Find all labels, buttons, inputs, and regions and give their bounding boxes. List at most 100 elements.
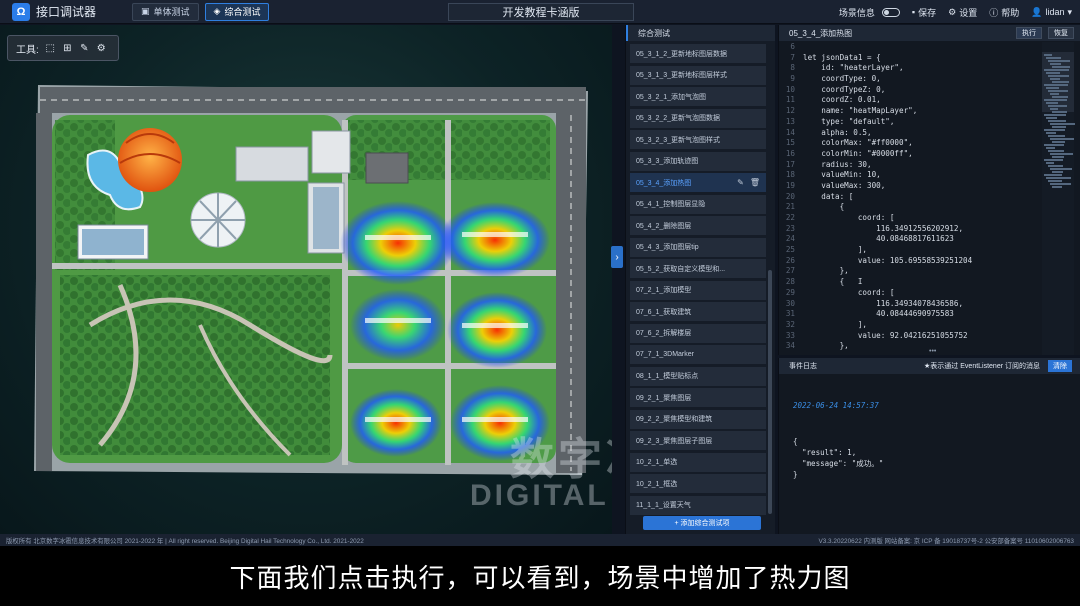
measure-box-icon[interactable]: ⊞: [62, 43, 73, 54]
test-list: 05_3_1_2_更新地标图层数据 05_3_1_3_更新地标图层样式 05_3_2…: [630, 44, 766, 517]
chevron-right-icon[interactable]: ›: [611, 246, 623, 268]
select-box-icon[interactable]: ⬚: [45, 43, 56, 54]
line-number: 17: [785, 159, 795, 169]
code-line: 18 valueMin: 10,: [779, 170, 1041, 181]
minimap-line: [1048, 90, 1068, 92]
test-list-item[interactable]: 05_4_3_添加图层tip: [630, 237, 766, 257]
minimap-line: [1052, 126, 1066, 128]
add-test-button[interactable]: + 添加综合测试项: [643, 516, 761, 530]
line-code: colorMax: "#ff0000",: [803, 138, 913, 148]
test-list-item[interactable]: 05_3_2_3_更新气泡图样式: [630, 130, 766, 149]
code-line: 34 },: [779, 341, 1041, 352]
minimap-line: [1046, 147, 1055, 149]
minimap-line: [1044, 129, 1065, 131]
tool-box: 工具: ⬚ ⊞ ✎ ⚙: [7, 35, 119, 61]
line-number: 14: [785, 127, 795, 137]
test-item-label: 05_3_4_添加热图: [636, 179, 692, 187]
save-button[interactable]: ▪ 保存: [912, 6, 936, 19]
code-line: 9 coordType: 0,: [779, 74, 1041, 85]
test-list-item[interactable]: 09_2_1_聚焦图层: [630, 388, 766, 407]
minimap-line: [1046, 177, 1071, 179]
test-item-label: 07_6_2_拆解楼层: [636, 330, 692, 337]
code-line: 28 { I: [779, 277, 1041, 288]
test-list-item[interactable]: 08_1_1_模型贴标点: [630, 366, 766, 386]
test-list-item[interactable]: 07_6_2_拆解楼层: [630, 323, 766, 343]
minimap-line: [1046, 57, 1061, 59]
minimap-line: [1052, 96, 1068, 98]
line-code: valueMin: 10,: [803, 170, 881, 180]
test-list-item[interactable]: 05_3_4_添加热图 ✎ 🗑: [630, 173, 766, 192]
user-icon: 👤: [1031, 6, 1043, 17]
pen-icon[interactable]: ✎: [79, 43, 90, 54]
test-list-item[interactable]: 05_3_1_2_更新地标图层数据: [630, 44, 766, 63]
minimap-line: [1044, 114, 1066, 116]
resize-handle[interactable]: •••: [929, 348, 936, 355]
minimap-line: [1050, 108, 1058, 110]
test-list-item[interactable]: 05_4_1_控制图层显隐: [630, 194, 766, 214]
code-line: 16 colorMin: "#0000ff",: [779, 149, 1041, 160]
line-code: ],: [803, 245, 868, 255]
log-line: }: [793, 470, 798, 479]
code-line: 26 value: 105.69558539251204: [779, 256, 1041, 267]
test-list-item[interactable]: 11_1_1_设置天气: [630, 495, 766, 515]
line-number: 20: [785, 191, 795, 201]
test-list-item[interactable]: 07_2_1_添加模型: [630, 280, 766, 300]
code-line: 23 116.34912556202912,: [779, 224, 1041, 235]
help-button[interactable]: ⓘ 帮助: [989, 6, 1019, 19]
code-line: 22 coord: [: [779, 213, 1041, 224]
code-minimap[interactable]: [1042, 42, 1075, 355]
line-number: 15: [785, 138, 795, 148]
test-list-item[interactable]: 05_3_1_3_更新地标图层样式: [630, 65, 766, 85]
test-list-item[interactable]: 09_2_3_聚焦图层子图层: [630, 431, 766, 450]
line-code: coordTypeZ: 0,: [803, 84, 886, 94]
clear-button[interactable]: 清除: [1048, 360, 1072, 372]
minimap-line: [1044, 174, 1062, 176]
test-list-item[interactable]: 07_6_1_获取建筑: [630, 302, 766, 321]
test-item-label: 07_2_1_添加模型: [636, 287, 692, 294]
line-code: colorMin: "#0000ff",: [803, 148, 913, 158]
scrollbar[interactable]: [768, 270, 772, 514]
single-test-button[interactable]: ▣ 单体测试: [132, 2, 199, 21]
test-list-item[interactable]: 05_4_2_删除图层: [630, 216, 766, 235]
test-list-item[interactable]: 07_7_1_3DMarker: [630, 345, 766, 364]
line-number: 10: [785, 84, 795, 94]
code-title: 05_3_4_添加热图: [789, 28, 853, 38]
minimap-line: [1044, 69, 1069, 71]
test-list-item[interactable]: 05_3_2_1_添加气泡图: [630, 87, 766, 106]
toggle-switch[interactable]: [881, 7, 900, 17]
test-list-item[interactable]: 05_5_2_获取自定义模型和...: [630, 259, 766, 278]
run-button[interactable]: 执行: [1016, 27, 1042, 39]
edit-icon[interactable]: ✎: [737, 178, 744, 187]
scene-viewport[interactable]: 工具: ⬚ ⊞ ✎ ⚙ 数字冰雹 DIGITAL HAIL: [0, 25, 612, 534]
test-list-item[interactable]: 10_2_1_框选: [630, 474, 766, 493]
delete-icon[interactable]: 🗑: [750, 178, 760, 187]
user-menu[interactable]: 👤 lidan ▾: [1031, 7, 1072, 18]
minimap-line: [1044, 144, 1064, 146]
settings-button[interactable]: ⚙ 设置: [948, 6, 977, 19]
line-code: coord: [: [803, 287, 895, 297]
code-editor[interactable]: 6 7 let jsonData1 = {8 id: "heaterLayer", 9…: [779, 42, 1041, 355]
settings-gear-icon[interactable]: ⚙: [96, 43, 107, 54]
event-log-body: 2022-06-24 14:57:37 { "result": 1, "mess…: [779, 374, 1080, 506]
test-list-item[interactable]: 09_2_2_聚焦模型和建筑: [630, 409, 766, 429]
test-item-label: 07_6_1_获取建筑: [636, 308, 692, 316]
test-item-label: 05_5_2_获取自定义模型和...: [636, 265, 726, 273]
line-code: type: "default",: [803, 116, 895, 126]
video-subtitle: 下面我们点击执行，可以看到，场景中增加了热力图: [0, 546, 1080, 606]
test-item-label: 09_2_1_聚焦图层: [636, 394, 692, 402]
minimap-line: [1052, 81, 1069, 83]
version-text: V3.3.20220622 内测版 网站备案: 京 ICP 备 19018737…: [818, 537, 1074, 545]
restore-button[interactable]: 恢复: [1048, 27, 1074, 39]
line-number: 13: [785, 116, 795, 126]
combined-test-button[interactable]: ◈ 综合测试: [204, 2, 270, 21]
test-item-label: 05_3_3_添加轨迹图: [636, 158, 699, 165]
scene-info-toggle[interactable]: 场景信息: [839, 6, 900, 19]
test-list-item[interactable]: 05_3_2_2_更新气泡图数据: [630, 108, 766, 128]
test-list-item[interactable]: 10_2_1_单选: [630, 452, 766, 472]
test-list-item[interactable]: 05_3_3_添加轨迹图: [630, 151, 766, 171]
line-number: 18: [785, 170, 795, 180]
campus-scene[interactable]: [0, 25, 612, 534]
line-number: 8: [790, 63, 795, 73]
event-log-panel: 事件日志 ★表示通过 EventListener 订阅的消息 清除 2022-0…: [778, 358, 1080, 534]
top-right-menu: 场景信息 ▪ 保存 ⚙ 设置 ⓘ 帮助 👤 lidan ▾: [839, 0, 1072, 24]
